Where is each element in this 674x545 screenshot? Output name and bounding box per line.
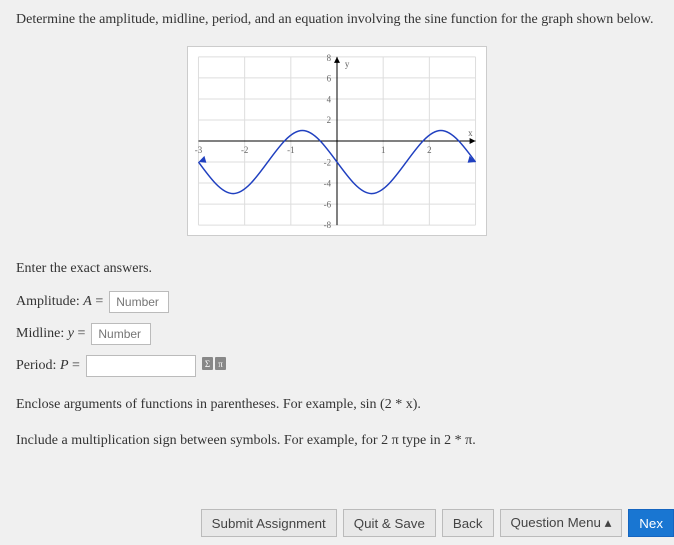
svg-text:4: 4: [327, 94, 332, 104]
midline-row: Midline: y =: [16, 323, 658, 345]
equation-editor-icon[interactable]: Σπ: [202, 357, 226, 375]
amplitude-row: Amplitude: A =: [16, 291, 658, 313]
svg-text:-1: -1: [287, 144, 294, 154]
svg-text:-6: -6: [324, 199, 332, 209]
svg-text:-4: -4: [324, 178, 332, 188]
period-row: Period: P = Σπ: [16, 355, 658, 377]
period-input[interactable]: [86, 355, 196, 377]
amplitude-label: Amplitude: A =: [16, 294, 103, 310]
svg-text:-2: -2: [324, 157, 331, 167]
svg-text:2: 2: [327, 115, 331, 125]
bottom-bar: Submit Assignment Quit & Save Back Quest…: [201, 509, 674, 537]
graph-container: -3 -2 -1 1 2 x 8 6 4 2 -2 -4 -6 -8 y: [16, 46, 658, 241]
svg-text:π: π: [218, 359, 223, 369]
svg-text:6: 6: [327, 73, 332, 83]
amplitude-input[interactable]: [109, 291, 169, 313]
period-label: Period: P =: [16, 358, 80, 374]
back-button[interactable]: Back: [442, 509, 494, 537]
next-button[interactable]: Nex: [628, 509, 674, 537]
svg-text:-3: -3: [195, 144, 203, 154]
svg-text:2: 2: [427, 144, 431, 154]
svg-text:x: x: [468, 128, 473, 138]
svg-text:8: 8: [327, 52, 332, 62]
svg-text:Σ: Σ: [205, 359, 210, 369]
enter-label: Enter the exact answers.: [16, 261, 658, 277]
svg-text:-8: -8: [324, 220, 332, 230]
midline-label: Midline: y =: [16, 326, 85, 342]
quit-save-button[interactable]: Quit & Save: [343, 509, 436, 537]
question-menu-button[interactable]: Question Menu ▴: [500, 509, 623, 537]
sine-graph: -3 -2 -1 1 2 x 8 6 4 2 -2 -4 -6 -8 y: [187, 46, 487, 236]
midline-input[interactable]: [91, 323, 151, 345]
hint-multiplication: Include a multiplication sign between sy…: [16, 433, 658, 449]
problem-statement: Determine the amplitude, midline, period…: [16, 10, 658, 30]
svg-text:1: 1: [381, 144, 385, 154]
submit-button[interactable]: Submit Assignment: [201, 509, 337, 537]
svg-text:y: y: [345, 58, 350, 68]
svg-text:-2: -2: [241, 144, 248, 154]
hint-parentheses: Enclose arguments of functions in parent…: [16, 397, 658, 413]
